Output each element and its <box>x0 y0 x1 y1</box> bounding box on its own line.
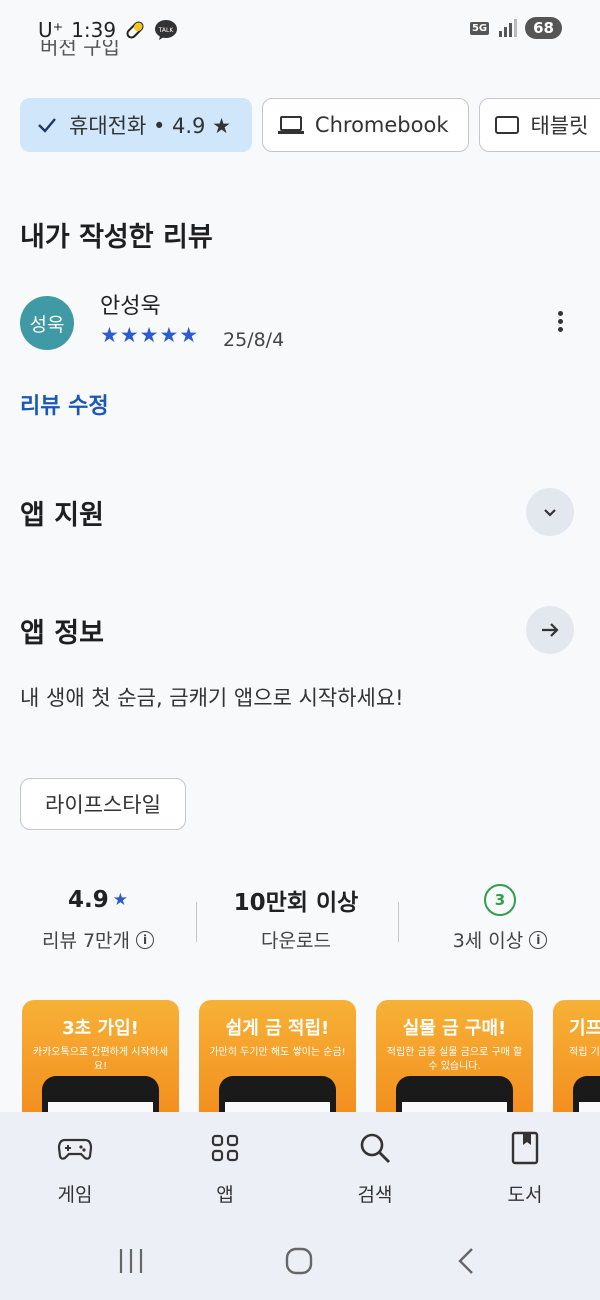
screenshot-card[interactable]: 쉽게 금 적립! 가만히 두기만 해도 쌓이는 순금! <box>199 1000 356 1115</box>
recent-apps-icon[interactable] <box>115 1246 147 1276</box>
my-review-heading: 내가 작성한 리뷰 <box>20 222 213 253</box>
nav-label-search: 검색 <box>357 1184 393 1206</box>
nav-label-apps: 앱 <box>216 1184 234 1206</box>
phone-mockup <box>396 1076 513 1115</box>
bottom-navigation: 게임 앱 검색 도서 <box>0 1112 600 1222</box>
nav-item-search[interactable]: 검색 <box>325 1130 425 1207</box>
reviews-count-label: 리뷰 7만개 <box>41 930 131 952</box>
nav-label-books: 도서 <box>507 1184 543 1206</box>
stat-downloads: 10만회 이상 다운로드 <box>198 880 394 953</box>
info-icon: i <box>136 930 155 949</box>
tablet-icon <box>495 116 520 134</box>
chip-tablet-label: 태블릿 <box>530 114 589 138</box>
network-label: 5G <box>469 21 490 35</box>
stat-age-rating[interactable]: 3 3세 이상 i <box>402 880 598 953</box>
app-info-arrow-button[interactable] <box>526 606 574 654</box>
signal-icon <box>499 19 518 37</box>
laptop-icon <box>277 116 304 134</box>
chevron-down-icon <box>544 509 556 517</box>
age-rating-label: 3세 이상 <box>452 930 524 952</box>
avatar: 성욱 <box>20 296 74 350</box>
screenshot-subtitle: 가만히 두기만 해도 쌓이는 순금! <box>209 1047 346 1058</box>
rating-value: 4.9 <box>68 887 109 913</box>
nav-item-games[interactable]: 게임 <box>25 1130 125 1207</box>
category-tag[interactable]: 라이프스타일 <box>20 778 186 830</box>
screenshot-card[interactable]: 3초 가입! 카카오톡으로 간편하게 시작하세요! <box>22 1000 179 1115</box>
system-navigation-bar <box>0 1222 600 1300</box>
screenshot-title: 기프 <box>569 1018 600 1039</box>
battery-badge: 68 <box>525 17 562 39</box>
time-label: 1:39 <box>71 18 117 42</box>
chip-phone[interactable]: 휴대전화 • 4.9 ★ <box>20 98 252 152</box>
chip-tablet[interactable]: 태블릿 <box>479 98 600 152</box>
age-rating-badge: 3 <box>484 884 516 916</box>
screenshot-subtitle: 적립한 금을 실물 금으로 구매 할 수 있습니다. <box>386 1047 523 1072</box>
check-icon <box>38 118 56 133</box>
chip-phone-label: 휴대전화 • 4.9 ★ <box>69 114 231 138</box>
screenshots-carousel[interactable]: 3초 가입! 카카오톡으로 간편하게 시작하세요! 쉽게 금 적립! 가만히 두… <box>22 1000 600 1115</box>
home-icon[interactable] <box>283 1246 315 1276</box>
device-chips: 휴대전화 • 4.9 ★ Chromebook 태블릿 <box>20 98 600 152</box>
pill-icon <box>126 21 144 39</box>
stat-divider <box>196 902 197 942</box>
stat-divider <box>398 902 399 942</box>
info-icon: i <box>529 930 548 949</box>
nav-item-apps[interactable]: 앱 <box>175 1130 275 1207</box>
reviewer-name: 안성욱 <box>100 294 161 319</box>
gamepad-icon <box>57 1138 93 1160</box>
nav-item-books[interactable]: 도서 <box>475 1130 575 1207</box>
carrier-label: U⁺ <box>38 18 64 42</box>
phone-mockup <box>573 1076 600 1115</box>
app-stats: 4.9 ★ 리뷰 7만개 i 10만회 이상 다운로드 3 3세 이상 i <box>0 880 600 960</box>
status-right: 5G 68 <box>469 17 562 39</box>
screenshot-subtitle: 카카오톡으로 간편하게 시작하세요! <box>32 1047 169 1072</box>
apps-grid-icon <box>211 1134 239 1162</box>
review-stars: ★★★★★ <box>100 323 200 347</box>
screenshot-card[interactable]: 실물 금 구매! 적립한 금을 실물 금으로 구매 할 수 있습니다. <box>376 1000 533 1115</box>
screenshot-title: 실물 금 구매! <box>402 1018 507 1039</box>
app-description: 내 생애 첫 순금, 금캐기 앱으로 시작하세요! <box>20 686 404 710</box>
screenshot-card[interactable]: 기프 적립 기프 <box>553 1000 600 1115</box>
screenshot-subtitle: 적립 기프 <box>569 1047 600 1058</box>
partial-header-text: 버전 구입 <box>40 40 120 56</box>
rating-star-icon: ★ <box>112 890 128 910</box>
edit-review-link[interactable]: 리뷰 수정 <box>20 388 109 420</box>
more-options-icon[interactable] <box>546 308 574 338</box>
talk-label: TALK <box>158 27 175 34</box>
phone-mockup <box>219 1076 336 1115</box>
app-support-heading: 앱 지원 <box>20 500 104 531</box>
screenshot-title: 쉽게 금 적립! <box>225 1018 330 1039</box>
chip-chromebook-label: Chromebook <box>314 113 449 137</box>
review-date: 25/8/4 <box>223 329 285 351</box>
nav-label-games: 게임 <box>57 1184 93 1206</box>
search-icon <box>360 1133 390 1163</box>
stat-rating[interactable]: 4.9 ★ 리뷰 7만개 i <box>0 880 196 953</box>
back-icon[interactable] <box>454 1246 480 1276</box>
chip-chromebook[interactable]: Chromebook <box>261 98 470 152</box>
arrow-right-icon <box>542 623 559 637</box>
status-left: U⁺ 1:39 TALK <box>38 18 178 42</box>
downloads-label: 다운로드 <box>261 930 331 952</box>
app-support-expand-button[interactable] <box>526 488 574 536</box>
screenshot-title: 3초 가입! <box>62 1018 139 1039</box>
downloads-value: 10만회 이상 <box>233 890 359 916</box>
my-review-row: 성욱 안성욱 ★★★★★ 25/8/4 <box>20 288 580 368</box>
app-info-heading: 앱 정보 <box>20 618 104 649</box>
book-icon <box>511 1131 539 1165</box>
phone-mockup <box>42 1076 159 1115</box>
kakaotalk-icon: TALK <box>155 20 178 40</box>
